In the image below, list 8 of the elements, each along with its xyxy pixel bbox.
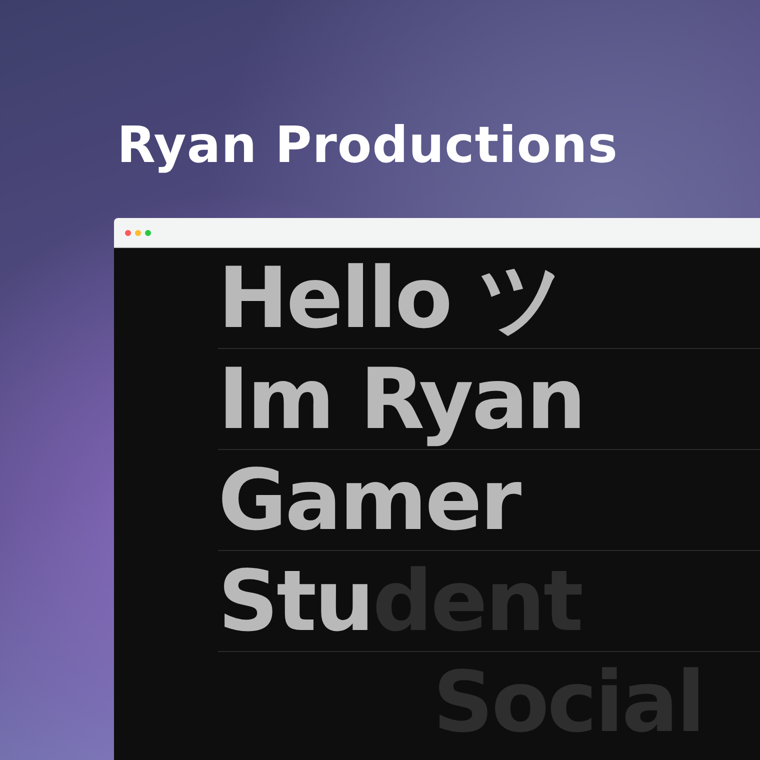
minimize-dot-icon [135,230,141,236]
headline-text: Hello ツ [218,249,562,347]
headline-text: Im Ryan [218,350,584,448]
headline-text: Stu [218,552,372,650]
maximize-dot-icon [145,230,151,236]
close-dot-icon [125,230,131,236]
headline-text: Gamer [218,451,520,549]
page-title: Ryan Productions [117,115,620,176]
